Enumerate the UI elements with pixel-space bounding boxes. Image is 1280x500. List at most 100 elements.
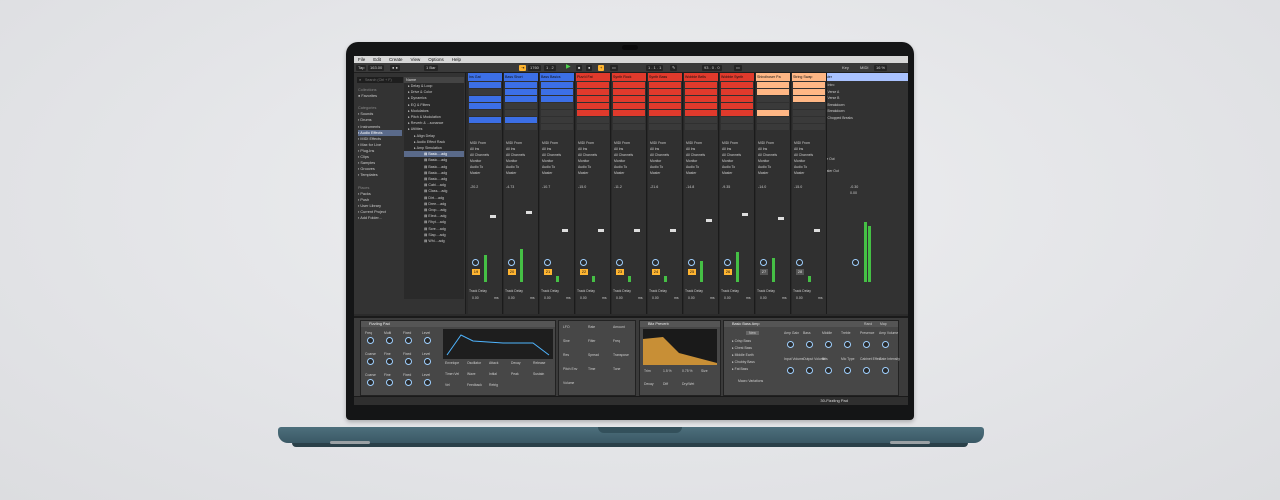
operator-knob[interactable]: [386, 358, 393, 365]
envelope-param[interactable]: Feedback: [467, 383, 482, 387]
track-activator[interactable]: 28: [796, 269, 804, 275]
track-volume-value[interactable]: -21.6: [650, 185, 658, 189]
track-title[interactable]: Wobble Synth: [720, 73, 754, 81]
pan-knob[interactable]: [472, 259, 479, 266]
track-volume-value[interactable]: -9.35: [722, 185, 730, 189]
track-volume-value[interactable]: -10.7: [542, 185, 550, 189]
clip-slot[interactable]: [793, 96, 825, 102]
clip-slot[interactable]: [649, 124, 681, 130]
menu-item-help[interactable]: Help: [448, 56, 465, 63]
macro-knob[interactable]: [825, 341, 832, 348]
clip-slot[interactable]: [469, 96, 501, 102]
clip-slot[interactable]: [685, 82, 717, 88]
new-variation-button[interactable]: New: [746, 331, 759, 335]
routing-label[interactable]: Monitor: [614, 159, 625, 163]
menu-item-create[interactable]: Create: [385, 56, 407, 63]
clip-slot[interactable]: [577, 117, 609, 123]
volume-fader[interactable]: [490, 215, 496, 218]
envelope-param[interactable]: Sustain: [533, 372, 544, 376]
clip-slot[interactable]: [721, 82, 753, 88]
clip-slot[interactable]: [613, 82, 645, 88]
clip-slot[interactable]: [541, 117, 573, 123]
operator-knob[interactable]: [424, 358, 431, 365]
clip-slot[interactable]: [757, 103, 789, 109]
pan-knob[interactable]: [508, 259, 515, 266]
clip-slot[interactable]: [613, 117, 645, 123]
preverb-param[interactable]: Diff: [663, 382, 668, 386]
track-activator[interactable]: 21: [544, 269, 552, 275]
macro-knob[interactable]: [787, 341, 794, 348]
browser-preset-file[interactable]: ▤ Whi....adg: [404, 238, 464, 244]
lfo-param[interactable]: Filter: [588, 339, 596, 343]
routing-label[interactable]: All Ins: [506, 147, 515, 151]
clip-slot[interactable]: [793, 82, 825, 88]
operator-knob[interactable]: [424, 379, 431, 386]
pan-knob[interactable]: [616, 259, 623, 266]
menu-item-view[interactable]: View: [407, 56, 425, 63]
routing-label[interactable]: Master: [650, 171, 660, 175]
routing-label[interactable]: Monitor: [794, 159, 805, 163]
volume-fader[interactable]: [598, 229, 604, 232]
routing-label[interactable]: Monitor: [758, 159, 769, 163]
pan-knob[interactable]: [688, 259, 695, 266]
macro-variation-item[interactable]: ▸ Middle Earth: [732, 353, 754, 357]
clip-slot[interactable]: [613, 96, 645, 102]
clip-slot[interactable]: [541, 96, 573, 102]
lfo-param[interactable]: Spread: [588, 353, 599, 357]
operator-knob[interactable]: [367, 337, 374, 344]
master-pan-knob[interactable]: [852, 259, 859, 266]
routing-label[interactable]: Master: [686, 171, 696, 175]
macro-variation-item[interactable]: ▸ Crisp Bass: [732, 339, 751, 343]
pan-knob[interactable]: [760, 259, 767, 266]
clip-slot[interactable]: [721, 117, 753, 123]
clip-slot[interactable]: [685, 96, 717, 102]
tap-button[interactable]: Tap: [356, 65, 367, 71]
operator-knob[interactable]: [405, 337, 412, 344]
envelope-param[interactable]: Wave: [467, 372, 476, 376]
macro-knob[interactable]: [806, 367, 813, 374]
clip-slot[interactable]: [469, 124, 501, 130]
track-delay-value[interactable]: 0.00: [796, 296, 803, 300]
draw-mode-icon[interactable]: ▭: [734, 65, 742, 71]
clip-slot[interactable]: [613, 103, 645, 109]
volume-fader[interactable]: [742, 213, 748, 216]
clip-slot[interactable]: [577, 103, 609, 109]
tempo-field[interactable]: 163.00: [368, 65, 385, 71]
lfo-param[interactable]: Res: [563, 353, 569, 357]
envelope-param[interactable]: Decay: [511, 361, 521, 365]
clip-slot[interactable]: [541, 82, 573, 88]
track-volume-value[interactable]: -20.2: [470, 185, 478, 189]
clip-slot[interactable]: [505, 82, 537, 88]
pan-knob[interactable]: [544, 259, 551, 266]
clip-slot[interactable]: [469, 89, 501, 95]
preverb-param[interactable]: Decay: [644, 382, 654, 386]
clip-slot[interactable]: [757, 89, 789, 95]
macro-knob[interactable]: [863, 367, 870, 374]
routing-label[interactable]: Master: [722, 171, 732, 175]
menu-item-options[interactable]: Options: [424, 56, 448, 63]
routing-label[interactable]: All Ins: [578, 147, 587, 151]
clip-slot[interactable]: [793, 89, 825, 95]
track-volume-value[interactable]: -11.2: [614, 185, 622, 189]
clip-slot[interactable]: [685, 117, 717, 123]
track-activator[interactable]: 27: [760, 269, 768, 275]
lfo-param[interactable]: LFO: [563, 325, 570, 329]
routing-label[interactable]: All Ins: [794, 147, 803, 151]
envelope-display[interactable]: [443, 329, 553, 359]
routing-label[interactable]: All Ins: [650, 147, 659, 151]
operator-knob[interactable]: [405, 358, 412, 365]
track-activator[interactable]: 20: [508, 269, 516, 275]
operator-knob[interactable]: [367, 358, 374, 365]
clip-slot[interactable]: [649, 96, 681, 102]
volume-fader[interactable]: [526, 211, 532, 214]
operator-knob[interactable]: [386, 337, 393, 344]
envelope-param[interactable]: Release: [533, 361, 545, 365]
volume-fader[interactable]: [634, 229, 640, 232]
routing-label[interactable]: Monitor: [542, 159, 553, 163]
clip-slot[interactable]: [721, 103, 753, 109]
volume-fader[interactable]: [814, 229, 820, 232]
routing-label[interactable]: Master: [542, 171, 552, 175]
automation-icon[interactable]: ▭: [610, 65, 618, 71]
clip-slot[interactable]: [721, 110, 753, 116]
rand-button[interactable]: Rand: [864, 322, 872, 326]
